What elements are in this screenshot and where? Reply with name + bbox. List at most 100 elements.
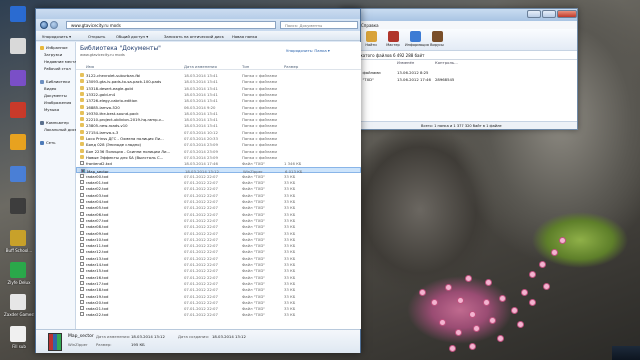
- table-row[interactable]: frontend2.txd 18.03.2014 17:46 Файл "TXD" 1…: [76, 160, 361, 166]
- table-row[interactable]: radar15.txd 07.01.2012 22:07 Файл "TXD" 33 …: [76, 267, 361, 273]
- open-button[interactable]: Открыть: [88, 34, 105, 39]
- burn-button[interactable]: Записать на оптический диск: [164, 34, 224, 39]
- table-row[interactable]: Loco Prinss ДГС - Охмела полиция Ли... 07…: [76, 135, 361, 141]
- table-row[interactable]: radar17.txd 07.01.2012 22:07 Файл "TXD" 33 …: [76, 280, 361, 286]
- cell-type: Папка с файлами: [242, 73, 277, 78]
- table-row[interactable]: radar12.txd 07.01.2012 22:07 Файл "TXD" 33 …: [76, 248, 361, 254]
- nav-pictures[interactable]: Изображения: [44, 100, 71, 106]
- table-row[interactable]: radar08.txd 07.01.2012 22:07 Файл "TXD" 33 …: [76, 223, 361, 229]
- back-button[interactable]: [40, 21, 48, 29]
- close-button[interactable]: [557, 10, 577, 18]
- table-row[interactable]: 13322-gold-m4 18.03.2014 13:41 Папка с фай…: [76, 91, 361, 97]
- share-button[interactable]: Общий доступ ▾: [116, 34, 148, 39]
- arrange-by-dropdown[interactable]: Упорядочить: Папка ▾: [286, 48, 330, 53]
- nav-recent-places[interactable]: Недавние места: [44, 59, 77, 65]
- desktop-icon[interactable]: [4, 164, 34, 198]
- archive-tool-button[interactable]: Найти: [361, 31, 381, 49]
- table-row[interactable]: 23805-new-roads-v10 18.03.2014 13:41 Папка…: [76, 122, 361, 128]
- file-icon: [80, 199, 84, 203]
- table-row[interactable]: radar22.txd 07.01.2012 22:07 Файл "TXD" 33 …: [76, 311, 361, 317]
- table-row[interactable]: radar03.txd 07.01.2012 22:07 Файл "TXD" 33 …: [76, 192, 361, 198]
- cell-size: 33 КБ: [284, 236, 296, 242]
- nav-videos[interactable]: Видео: [44, 86, 56, 92]
- column-date[interactable]: Дата изменения: [184, 64, 217, 69]
- archive-title-bar[interactable]: [341, 9, 577, 21]
- table-row[interactable]: radar05.txd 07.01.2012 22:07 Файл "TXD" 33 …: [76, 204, 361, 210]
- nav-desktop[interactable]: Рабочий стол: [44, 66, 71, 72]
- desktop-icon[interactable]: Fill sub: [4, 324, 34, 358]
- table-row[interactable]: radar21.txd 07.01.2012 22:07 Файл "TXD" 33 …: [76, 305, 361, 311]
- archive-window[interactable]: Справка Найти Мастер Информация Вирусы сжат…: [340, 8, 578, 130]
- table-row[interactable]: radar10.txd 07.01.2012 22:07 Файл "TXD" 33 …: [76, 236, 361, 242]
- table-row[interactable]: radar16.txd 07.01.2012 22:07 Файл "TXD" 33 …: [76, 274, 361, 280]
- desktop-icon[interactable]: [4, 132, 34, 166]
- archive-tool-button[interactable]: Вирусы: [427, 31, 447, 49]
- column-name[interactable]: Имя: [86, 64, 94, 69]
- column-size[interactable]: Размер: [284, 64, 298, 69]
- explorer-title-bar[interactable]: [36, 9, 360, 19]
- forward-button[interactable]: [50, 21, 58, 29]
- table-row[interactable]: Бон 2236 Полиция - Скинни полиции Ли... 0…: [76, 148, 361, 154]
- desktop-icon[interactable]: [4, 4, 34, 38]
- table-row[interactable]: 16885-lamvo-520 06.03.2014 9:20 Папка с фа…: [76, 104, 361, 110]
- maximize-button[interactable]: [542, 10, 556, 18]
- archive-file-list[interactable]: Изменён Контроль... к файлами 13.06.2012…: [357, 60, 577, 122]
- menu-item-help[interactable]: Справка: [361, 23, 379, 28]
- cell-type: Файл "TXD": [242, 161, 266, 167]
- table-row[interactable]: radar00.txd 07.01.2012 22:07 Файл "TXD" 33 …: [76, 173, 361, 179]
- nav-documents[interactable]: Документы: [44, 93, 67, 99]
- table-row[interactable]: Бонд 028 (Эпизоде сладно) 07.03.2014 23:0…: [76, 141, 361, 147]
- organize-button[interactable]: Упорядочить ▾: [42, 34, 71, 39]
- table-row[interactable]: 13318-desert-eagle-gold 18.03.2014 13:41 П…: [76, 85, 361, 91]
- table-row[interactable]: 3122-chevrolet-suburban-fbi 18.03.2014 13…: [76, 72, 361, 78]
- cell-size: 33 КБ: [284, 312, 296, 318]
- table-row[interactable]: radar14.txd 07.01.2012 22:07 Файл "TXD" 33 …: [76, 261, 361, 267]
- taskbar-corner[interactable]: [612, 346, 640, 360]
- desktop-icon[interactable]: Zaxder Gamest: [4, 292, 34, 326]
- table-row[interactable]: 22210-project-oblivion-2019-hq-ramp-v...…: [76, 116, 361, 122]
- desktop-icon[interactable]: [4, 36, 34, 70]
- archive-tool-button[interactable]: Информация: [405, 31, 429, 49]
- table-row[interactable]: Map_sector 18.03.2014 13:12 WinZipper 6 013…: [76, 166, 361, 174]
- table-row[interactable]: radar06.txd 07.01.2012 22:07 Файл "TXD" 33 …: [76, 211, 361, 217]
- file-icon: [80, 180, 84, 185]
- table-row[interactable]: Новые Эффекты для SA (Вылстоль С... 07.03…: [76, 154, 361, 160]
- table-row[interactable]: radar02.txd 07.01.2012 22:07 Файл "TXD" 33 …: [76, 185, 361, 191]
- table-row[interactable]: radar20.txd 07.01.2012 22:07 Файл "TXD" 33 …: [76, 299, 361, 305]
- search-input[interactable]: Поиск: Документы: [280, 21, 358, 29]
- table-row[interactable]: 27154-lamva-s-3 07.03.2014 10:12 Папка с ф…: [76, 129, 361, 135]
- table-row[interactable]: radar04.txd 07.01.2012 22:07 Файл "TXD" 33 …: [76, 198, 361, 204]
- desktop-icon[interactable]: [4, 100, 34, 134]
- archive-column-modified[interactable]: Изменён: [397, 60, 414, 66]
- nav-downloads[interactable]: Загрузки: [44, 52, 62, 58]
- table-row[interactable]: 13726-elegy-cabrio-edition 18.03.2014 13:…: [76, 97, 361, 103]
- table-row[interactable]: radar07.txd 07.01.2012 22:07 Файл "TXD" 33 …: [76, 217, 361, 223]
- desktop-icon[interactable]: [4, 196, 34, 230]
- desktop-icon[interactable]: Zlyfe Delux: [4, 260, 34, 294]
- table-row[interactable]: 19330-the-best-sound-pack 18.03.2014 13:4…: [76, 110, 361, 116]
- table-row[interactable]: radar09.txd 07.01.2012 22:07 Файл "TXD" 33 …: [76, 230, 361, 236]
- archive-row-name: к "TXD": [359, 77, 374, 82]
- table-row[interactable]: radar19.txd 07.01.2012 22:07 Файл "TXD" 33 …: [76, 293, 361, 299]
- archive-path-bar: сжатого файлов 6 492 288 байт: [341, 51, 577, 60]
- table-row[interactable]: radar18.txd 07.01.2012 22:07 Файл "TXD" 33 …: [76, 286, 361, 292]
- desktop-icon[interactable]: Buff School...: [4, 228, 34, 262]
- address-bar[interactable]: www.gtavicecity.ru mods: [66, 21, 276, 29]
- minimize-button[interactable]: [527, 10, 541, 18]
- table-row[interactable]: radar11.txd 07.01.2012 22:07 Файл "TXD" 33 …: [76, 242, 361, 248]
- nav-libraries[interactable]: Библиотеки: [40, 79, 70, 85]
- archive-column-crc[interactable]: Контроль...: [435, 60, 458, 66]
- table-row[interactable]: radar13.txd 07.01.2012 22:07 Файл "TXD" 33 …: [76, 255, 361, 261]
- new-folder-button[interactable]: Новая папка: [232, 34, 257, 39]
- archive-tool-button[interactable]: Мастер: [383, 31, 403, 49]
- table-row[interactable]: radar01.txd 07.01.2012 22:07 Файл "TXD" 33 …: [76, 179, 361, 185]
- explorer-window[interactable]: www.gtavicecity.ru mods Поиск: Документы…: [35, 8, 361, 353]
- nav-favorites[interactable]: Избранное: [40, 45, 68, 51]
- file-list-pane[interactable]: Библиотека "Документы" www.gtavicecity.r…: [76, 42, 361, 329]
- desktop-icon[interactable]: [4, 68, 34, 102]
- nav-music[interactable]: Музыка: [44, 107, 59, 113]
- nav-network[interactable]: Сеть: [40, 140, 55, 146]
- nav-computer[interactable]: Компьютер: [40, 120, 69, 126]
- table-row[interactable]: 13093-gta-iv-pads-to-sa-pack-100-pads 18.…: [76, 78, 361, 84]
- column-type[interactable]: Тип: [242, 64, 249, 69]
